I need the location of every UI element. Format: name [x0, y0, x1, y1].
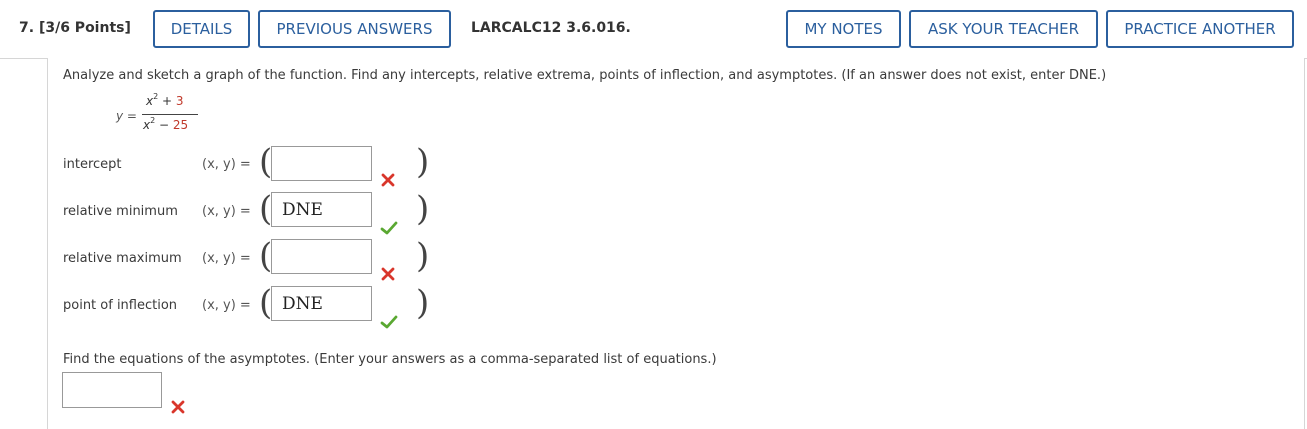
- question-header: 7. [3/6 Points] DETAILS PREVIOUS ANSWERS…: [0, 0, 1307, 59]
- ask-your-teacher-button[interactable]: ASK YOUR TEACHER: [909, 10, 1098, 48]
- my-notes-button[interactable]: MY NOTES: [786, 10, 901, 48]
- problem-code: LARCALC12 3.6.016.: [471, 20, 631, 36]
- asymptote-input[interactable]: [62, 372, 162, 408]
- incorrect-x-icon: [381, 173, 395, 187]
- point-of-inflection-prefix: (x, y) =: [202, 298, 251, 313]
- problem-instructions: Analyze and sketch a graph of the functi…: [63, 68, 1107, 83]
- intercept-label: intercept: [63, 157, 122, 172]
- relative-minimum-label: relative minimum: [63, 204, 178, 219]
- function-numerator: x2 + 3: [146, 92, 184, 108]
- relative-maximum-prefix: (x, y) =: [202, 251, 251, 266]
- question-panel: [47, 58, 1305, 429]
- practice-another-button[interactable]: PRACTICE ANOTHER: [1106, 10, 1294, 48]
- relative-minimum-prefix: (x, y) =: [202, 204, 251, 219]
- asymptote-instructions: Find the equations of the asymptotes. (E…: [63, 352, 717, 367]
- relative-maximum-input[interactable]: [271, 239, 372, 274]
- close-paren: ): [416, 142, 430, 182]
- relative-maximum-label: relative maximum: [63, 251, 182, 266]
- incorrect-x-icon: [171, 400, 185, 414]
- function-lhs: y =: [116, 109, 137, 123]
- close-paren: ): [416, 236, 430, 276]
- intercept-prefix: (x, y) =: [202, 157, 251, 172]
- close-paren: ): [416, 283, 430, 323]
- point-of-inflection-label: point of inflection: [63, 298, 178, 313]
- function-denominator: x2 − 25: [143, 116, 189, 132]
- incorrect-x-icon: [381, 267, 395, 281]
- intercept-input[interactable]: [271, 146, 372, 181]
- correct-check-icon: [380, 221, 398, 235]
- details-button[interactable]: DETAILS: [153, 10, 250, 48]
- question-number: 7. [3/6 Points]: [19, 20, 131, 36]
- close-paren: ): [416, 189, 430, 229]
- correct-check-icon: [380, 315, 398, 329]
- fraction-bar: [142, 114, 198, 115]
- point-of-inflection-input[interactable]: DNE: [271, 286, 372, 321]
- relative-minimum-input[interactable]: DNE: [271, 192, 372, 227]
- previous-answers-button[interactable]: PREVIOUS ANSWERS: [258, 10, 451, 48]
